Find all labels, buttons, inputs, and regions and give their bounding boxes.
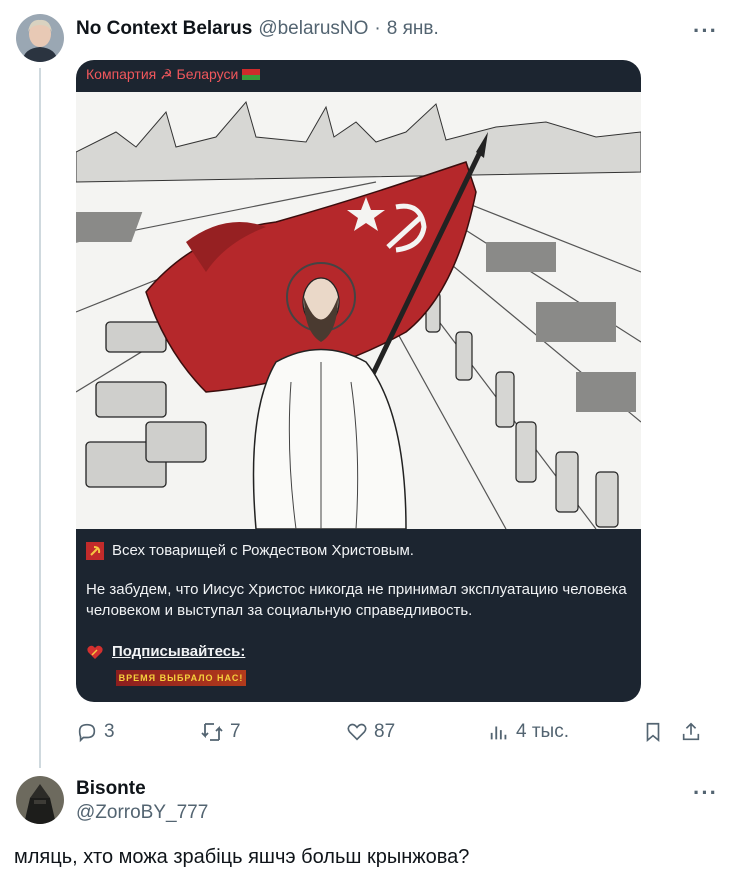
reply-button[interactable]: 3 xyxy=(76,721,200,743)
retweet-button[interactable]: 7 xyxy=(200,721,346,743)
separator-dot: · xyxy=(374,18,381,39)
subscribe-link[interactable]: Подписывайтесь: xyxy=(112,641,245,662)
share-button[interactable] xyxy=(680,721,702,743)
media-caption: Всех товарищей с Рождеством Христовым. Н… xyxy=(86,540,627,662)
tweet-header: No Context Belarus @belarusNO · 8 янв. xyxy=(76,18,439,40)
retweet-icon xyxy=(201,723,223,741)
reply-more-options-button[interactable]: ··· xyxy=(693,782,718,804)
bookmark-button[interactable] xyxy=(642,721,680,743)
reply-header: Bisonte @ZorroBY_777 xyxy=(76,778,208,824)
views-count: 4 тыс. xyxy=(516,721,569,742)
heart-icon xyxy=(347,723,367,741)
caption-greeting: Всех товарищей с Рождеством Христовым. xyxy=(112,542,414,559)
views-chart-icon xyxy=(490,726,507,740)
retweet-count: 7 xyxy=(230,721,241,742)
hammer-sickle-icon xyxy=(86,541,104,560)
reply-author-name[interactable]: Bisonte xyxy=(76,778,146,800)
slogan-badge: ВРЕМЯ ВЫБРАЛО НАС! xyxy=(116,670,246,686)
reply-icon xyxy=(78,723,96,743)
more-options-button[interactable]: ··· xyxy=(693,20,718,42)
reply-count: 3 xyxy=(104,721,115,742)
media-source-label: Компартия ☭ Беларуси xyxy=(86,66,239,82)
belarus-flag-icon xyxy=(242,69,261,80)
like-count: 87 xyxy=(374,721,396,742)
views-button[interactable]: 4 тыс. xyxy=(488,721,642,743)
caption-paragraph: Не забудем, что Иисус Христос никогда не… xyxy=(86,581,627,619)
media-source: Компартия ☭ Беларуси xyxy=(86,66,261,83)
tweet-media[interactable]: Компартия ☭ Беларуси Всех товарищей с Ро… xyxy=(76,60,641,702)
heart-hammer-sickle-icon xyxy=(87,645,103,659)
poster-image xyxy=(76,92,641,529)
reply-avatar[interactable] xyxy=(16,776,64,824)
author-avatar[interactable] xyxy=(16,14,64,62)
author-name[interactable]: No Context Belarus xyxy=(76,18,252,40)
reply-text: мляць, хто можа зрабіць яшчэ больш крынж… xyxy=(14,846,470,868)
tweet-actions: 3 7 87 4 тыс. xyxy=(76,716,718,748)
thread-line xyxy=(39,68,41,768)
author-handle[interactable]: @belarusNO xyxy=(258,18,368,40)
like-button[interactable]: 87 xyxy=(346,721,488,743)
bookmark-icon xyxy=(646,722,660,743)
reply-author-handle[interactable]: @ZorroBY_777 xyxy=(76,802,208,824)
tweet-timestamp[interactable]: 8 янв. xyxy=(387,18,439,40)
share-icon xyxy=(682,722,700,741)
